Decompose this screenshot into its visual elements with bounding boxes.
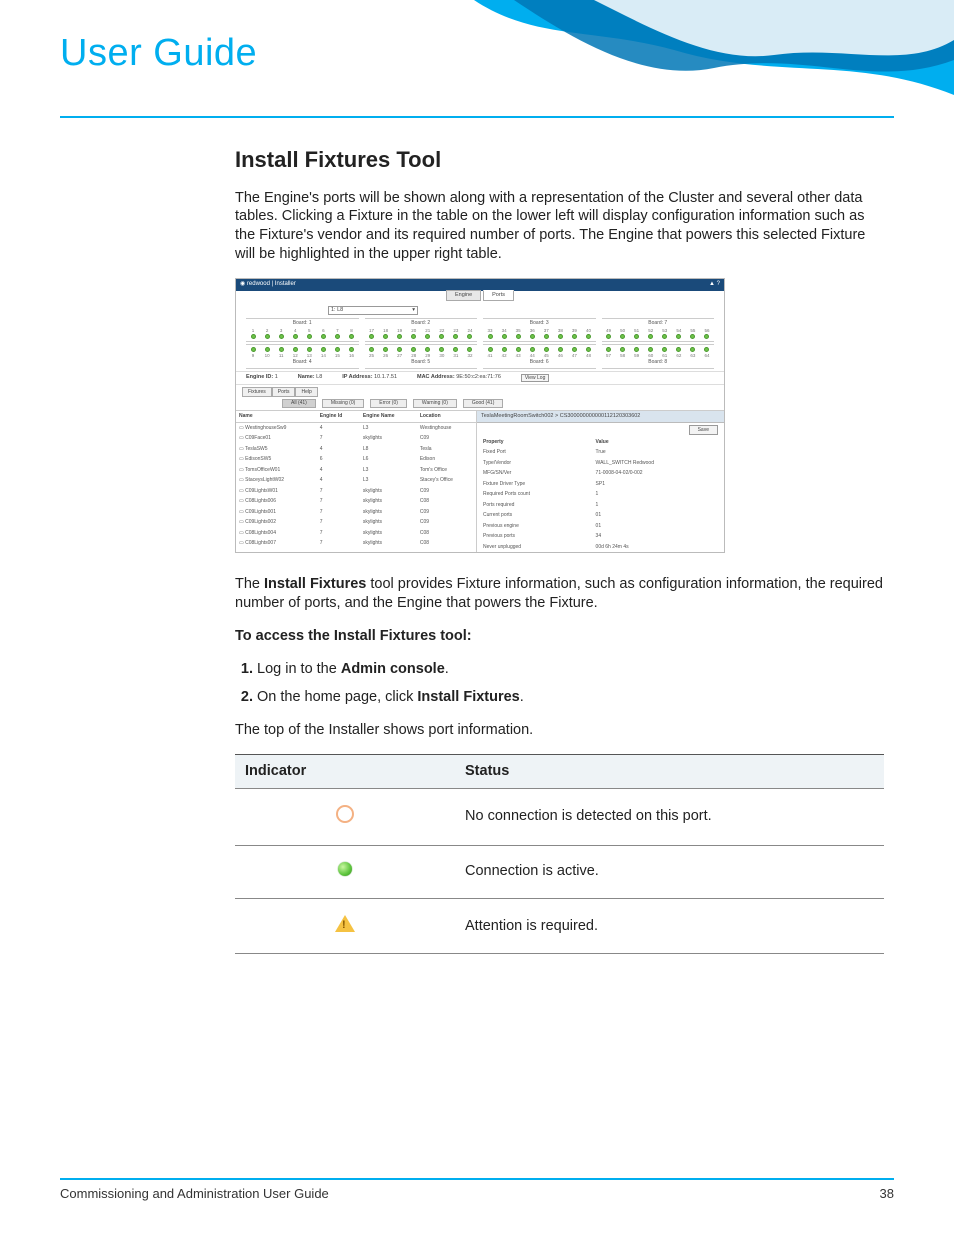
table-row: Current ports01 [477, 510, 724, 521]
table-row[interactable]: ▭ C08Lights0047skylightsC08 [236, 528, 476, 539]
ss-boards-top: Board: 1 12345678 Board: 2 1718192021222… [236, 318, 724, 342]
attention-icon [335, 915, 355, 932]
connection-active-icon [338, 862, 352, 876]
col-indicator: Indicator [235, 755, 455, 789]
ss-boards-bottom: 910111213141516 Board: 4 252627282930313… [236, 344, 724, 368]
ss-stat-tabs: All (41) Missing (0) Error (0) Warning (… [236, 397, 724, 411]
table-row: MFG/SN/Ver71-0008-04-02/0-002 [477, 468, 724, 479]
table-row: Type/VendorWALL_SWITCH Redwood [477, 458, 724, 469]
table-row: Previous engine01 [477, 521, 724, 532]
page-number: 38 [880, 1186, 894, 1201]
ss-engine-dropdown[interactable]: 1: L8 ▾ [328, 306, 418, 315]
table-row: Required Ports count1 [477, 489, 724, 500]
step-2: On the home page, click Install Fixtures… [257, 688, 884, 707]
ss-titlebar-icons: ▲ ? [709, 281, 720, 289]
table-row: No connection is detected on this port. [235, 788, 884, 845]
ss-properties-panel: TeslaMeetingRoomSwitch002 > CS3000000000… [476, 411, 724, 553]
step-1: Log in to the Admin console. [257, 660, 884, 679]
ss-save-button[interactable]: Save [689, 425, 718, 435]
intro-paragraph: The Engine's ports will be shown along w… [235, 189, 884, 264]
table-row[interactable]: ▭ C08Lights0067skylightsC08 [236, 496, 476, 507]
paragraph-install-fixtures: The Install Fixtures tool provides Fixtu… [235, 575, 884, 613]
table-row[interactable]: ▭ WestinghouseSw94L3Westinghouse [236, 422, 476, 433]
footer-title: Commissioning and Administration User Gu… [60, 1186, 329, 1201]
table-row[interactable]: ▭ StaceysLightW024L3Stacey's Office [236, 475, 476, 486]
ss-app-title: ◉ redwood | Installer [240, 281, 296, 289]
table-row: Fixture Driver TypeSP1 [477, 479, 724, 490]
page-footer: Commissioning and Administration User Gu… [60, 1178, 894, 1201]
ss-tab-ports[interactable]: Ports [483, 290, 514, 301]
ss-viewlog-button[interactable]: View Log [521, 374, 549, 383]
table-row[interactable]: ▭ C09Lights0027skylightsC09 [236, 517, 476, 528]
ss-fixtures-table: Name Engine Id Engine Name Location ▭ We… [236, 411, 476, 553]
section-title: Install Fixtures Tool [235, 146, 884, 175]
chevron-down-icon: ▾ [412, 307, 415, 314]
table-row: Previous ports34 [477, 531, 724, 542]
ss-tab-engine[interactable]: Engine [446, 290, 481, 301]
access-heading: To access the Install Fixtures tool: [235, 627, 884, 646]
page-header: User Guide [60, 28, 894, 118]
steps-list: Log in to the Admin console. On the home… [235, 660, 884, 708]
table-row: Attention is required. [235, 898, 884, 954]
col-status: Status [455, 755, 884, 789]
table-row[interactable]: ▭ EdisonSW56L6Edison [236, 454, 476, 465]
installer-screenshot: ◉ redwood | Installer ▲ ? Engine Ports 1… [235, 278, 725, 553]
table-row: Connection is active. [235, 845, 884, 898]
no-connection-icon [336, 805, 354, 823]
ss-top-tabs: Engine Ports [236, 290, 724, 301]
ss-infobar: Engine ID: 1 Name: L8 IP Address: 10.1.7… [236, 371, 724, 386]
table-row[interactable]: ▭ C08Lights0077skylightsC08 [236, 538, 476, 549]
table-row[interactable]: ▭ C09LightsW017skylightsC09 [236, 486, 476, 497]
table-row: Is Fan currentTrue [477, 552, 724, 553]
header-swoosh-graphic [474, 0, 954, 118]
table-row: Ports required1 [477, 500, 724, 511]
table-row[interactable]: ▭ TomsOfficeW014L3Tom's Office [236, 465, 476, 476]
table-row: Fixed PortTrue [477, 447, 724, 458]
table-row[interactable]: ▭ C09Lights0017skylightsC09 [236, 507, 476, 518]
table-row[interactable]: ▭ C09Face017skylightsC09 [236, 433, 476, 444]
ss-mid-tabs: Fixtures Ports Help [236, 385, 724, 397]
paragraph-port-info: The top of the Installer shows port info… [235, 721, 884, 740]
content-area: Install Fixtures Tool The Engine's ports… [60, 146, 894, 954]
table-row[interactable]: ▭ TeslaSW54L8Tesla [236, 444, 476, 455]
status-table: Indicator Status No connection is detect… [235, 754, 884, 954]
table-row: Never unplugged00d 6h 24m 4s [477, 542, 724, 553]
